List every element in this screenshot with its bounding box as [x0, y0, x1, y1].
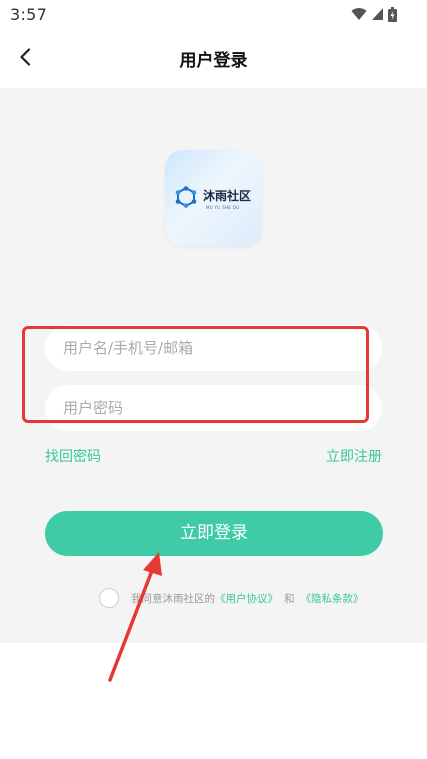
page-title: 用户登录: [179, 51, 248, 71]
agreement-prefix: 我同意沐雨社区的: [131, 593, 215, 605]
logo-name: 沐雨社区: [203, 189, 252, 203]
status-bar: 3:57: [0, 0, 427, 30]
signal-icon: [371, 7, 384, 21]
forgot-password-link[interactable]: 找回密码: [45, 446, 101, 466]
user-agreement-link[interactable]: 《用户协议》: [215, 593, 278, 605]
app-logo: 沐雨社区 MU YU SHE QU: [165, 150, 262, 247]
agreement-and: 和: [284, 593, 295, 605]
logo-mark-icon: [175, 186, 197, 208]
agreement-radio[interactable]: [99, 588, 119, 608]
register-link[interactable]: 立即注册: [326, 446, 382, 466]
battery-icon: [388, 6, 397, 22]
header: 用户登录: [0, 30, 427, 88]
privacy-policy-link[interactable]: 《隐私条款》: [301, 593, 364, 605]
annotation-highlight-box: [22, 326, 369, 423]
wifi-icon: [351, 7, 367, 21]
login-button[interactable]: 立即登录: [45, 511, 383, 556]
status-time: 3:57: [10, 5, 48, 24]
status-icons: [351, 6, 397, 22]
logo-subtitle: MU YU SHE QU: [206, 205, 240, 210]
login-panel: 沐雨社区 MU YU SHE QU 找回密码 立即注册 立即登录 我同意沐雨社区…: [0, 88, 427, 643]
agreement-text: 我同意沐雨社区的《用户协议》和《隐私条款》: [131, 591, 364, 606]
